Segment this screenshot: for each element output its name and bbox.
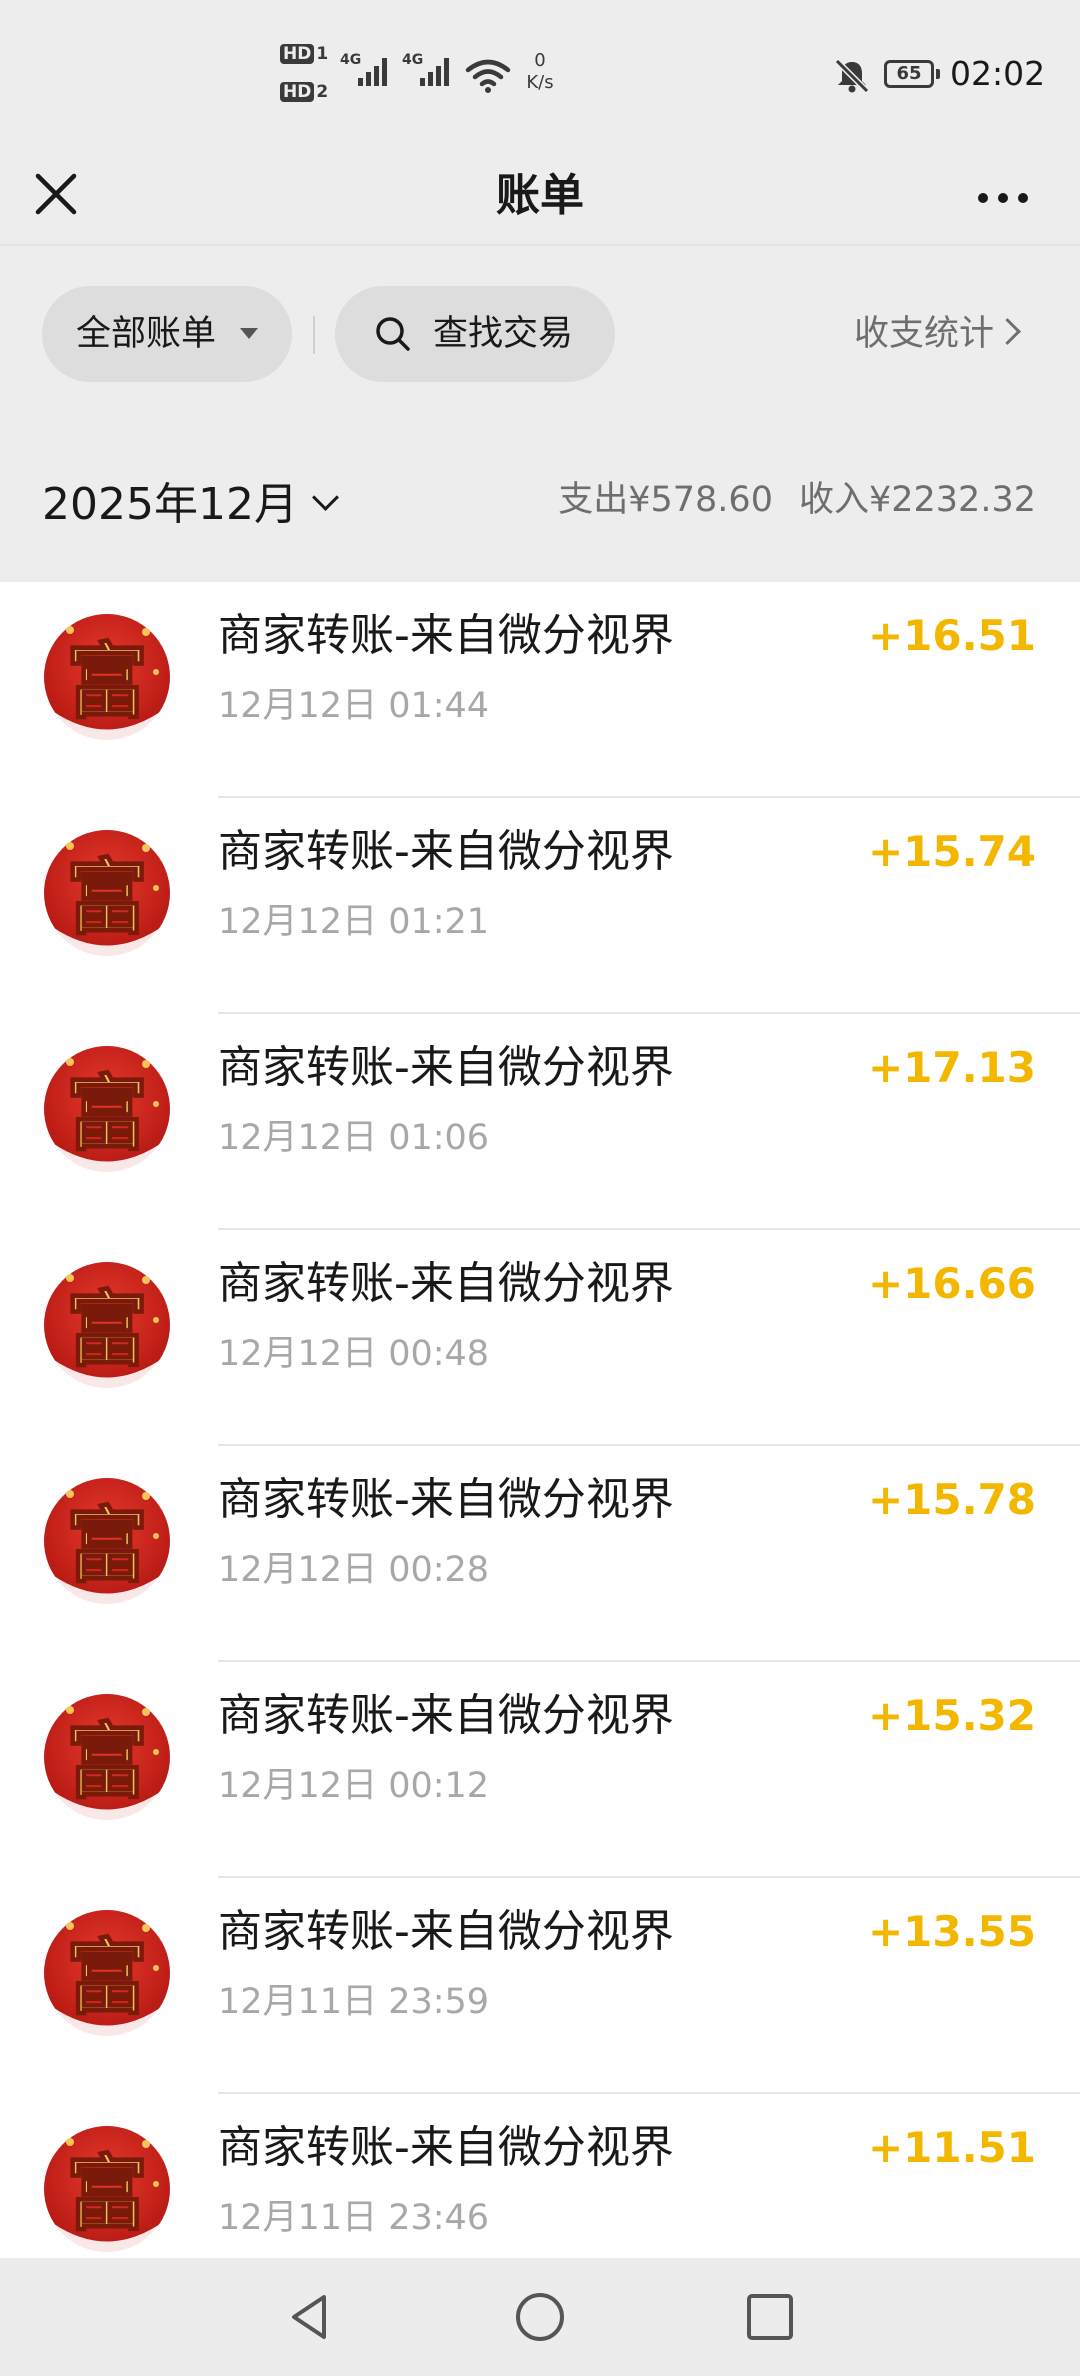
income-label: 收入 xyxy=(798,480,869,520)
merchant-avatar: 富 xyxy=(44,830,170,958)
transaction-time: 12月12日 00:12 xyxy=(218,1766,490,1806)
transaction-row[interactable]: 富 商家转账-来自微分视界 12月12日 00:28 +15.78 xyxy=(0,1446,1080,1662)
caret-down-icon xyxy=(240,328,258,339)
system-nav-bar xyxy=(0,2258,1080,2376)
transaction-time: 12月11日 23:46 xyxy=(218,2198,490,2238)
transaction-amount: +11.51 xyxy=(867,2123,1036,2172)
merchant-avatar: 富 xyxy=(44,614,170,742)
transaction-amount: +17.13 xyxy=(867,1043,1036,1092)
transaction-row[interactable]: 富 商家转账-来自微分视界 12月11日 23:59 +13.55 xyxy=(0,1878,1080,2094)
svg-text:富: 富 xyxy=(66,1930,148,2026)
home-icon[interactable] xyxy=(514,2291,566,2343)
transaction-row[interactable]: 富 商家转账-来自微分视界 12月12日 01:21 +15.74 xyxy=(0,798,1080,1014)
transaction-amount: +15.32 xyxy=(867,1691,1036,1740)
more-icon[interactable] xyxy=(975,166,1035,226)
transaction-time: 12月12日 00:28 xyxy=(218,1550,490,1590)
close-icon[interactable] xyxy=(30,166,90,226)
expense-label: 支出 xyxy=(558,480,629,520)
transaction-title: 商家转账-来自微分视界 xyxy=(218,1906,674,1957)
transaction-title: 商家转账-来自微分视界 xyxy=(218,1042,674,1093)
svg-text:富: 富 xyxy=(66,1282,148,1378)
transaction-time: 12月11日 23:59 xyxy=(218,1982,490,2022)
page-title: 账单 xyxy=(496,170,584,221)
transaction-title: 商家转账-来自微分视界 xyxy=(218,610,674,661)
transaction-row[interactable]: 富 商家转账-来自微分视界 12月12日 00:48 +16.66 xyxy=(0,1230,1080,1446)
transaction-row[interactable]: 富 商家转账-来自微分视界 12月11日 23:46 +11.51 xyxy=(0,2094,1080,2258)
income-expense-stats-link[interactable]: 收支统计 xyxy=(854,286,1021,382)
notifications-muted-icon xyxy=(834,58,870,94)
month-totals: 支出¥578.60 收入¥2232.32 xyxy=(558,428,1036,572)
header-divider xyxy=(0,244,1080,246)
income-value: ¥2232.32 xyxy=(868,480,1036,520)
svg-text:富: 富 xyxy=(66,850,148,946)
hd1-indicator: HD 1 xyxy=(280,44,328,64)
transaction-amount: +16.51 xyxy=(867,611,1036,660)
svg-text:富: 富 xyxy=(66,634,148,730)
battery-icon: 65 xyxy=(884,60,940,88)
month-summary: 2025年12月 支出¥578.60 收入¥2232.32 xyxy=(0,428,1080,582)
transaction-time: 12月12日 01:21 xyxy=(218,902,490,942)
chevron-right-icon xyxy=(994,318,1021,345)
recents-icon[interactable] xyxy=(744,2291,796,2343)
transaction-title: 商家转账-来自微分视界 xyxy=(218,1474,674,1525)
transaction-time: 12月12日 01:06 xyxy=(218,1118,490,1158)
transaction-amount: +15.78 xyxy=(867,1475,1036,1524)
net-speed: 0 K/s xyxy=(526,50,554,93)
merchant-avatar: 富 xyxy=(44,1046,170,1174)
hd2-indicator: HD 2 xyxy=(280,82,328,102)
merchant-avatar: 富 xyxy=(44,1694,170,1822)
transaction-row[interactable]: 富 商家转账-来自微分视界 12月12日 01:44 +16.51 xyxy=(0,582,1080,798)
search-icon xyxy=(376,317,410,351)
expense-value: ¥578.60 xyxy=(628,480,773,520)
transaction-list: 富 商家转账-来自微分视界 12月12日 01:44 +16.51 富 商家转账… xyxy=(0,582,1080,2258)
transaction-title: 商家转账-来自微分视界 xyxy=(218,826,674,877)
transaction-title: 商家转账-来自微分视界 xyxy=(218,2122,674,2173)
transaction-row[interactable]: 富 商家转账-来自微分视界 12月12日 00:12 +15.32 xyxy=(0,1662,1080,1878)
chevron-down-icon xyxy=(312,484,339,511)
transaction-time: 12月12日 00:48 xyxy=(218,1334,490,1374)
clock: 02:02 xyxy=(950,54,1046,93)
all-bills-filter-button[interactable]: 全部账单 xyxy=(42,286,292,382)
transaction-amount: +16.66 xyxy=(867,1259,1036,1308)
filter-separator xyxy=(313,316,315,354)
wifi-icon xyxy=(465,59,511,93)
transaction-amount: +15.74 xyxy=(867,827,1036,876)
merchant-avatar: 富 xyxy=(44,1478,170,1606)
month-selector[interactable]: 2025年12月 xyxy=(42,428,339,582)
merchant-avatar: 富 xyxy=(44,2126,170,2254)
transaction-time: 12月12日 01:44 xyxy=(218,686,490,726)
nav-bar: 账单 xyxy=(0,146,1080,246)
svg-text:富: 富 xyxy=(66,1498,148,1594)
svg-text:富: 富 xyxy=(66,1066,148,1162)
search-transactions-button[interactable]: 查找交易 xyxy=(335,286,615,382)
back-icon[interactable] xyxy=(284,2291,336,2343)
transaction-row[interactable]: 富 商家转账-来自微分视界 12月12日 01:06 +17.13 xyxy=(0,1014,1080,1230)
status-bar: HD 1 HD 2 4G 4G 0 K/s 65 02:02 xyxy=(0,0,1080,146)
merchant-avatar: 富 xyxy=(44,1910,170,2038)
transaction-amount: +13.55 xyxy=(867,1907,1036,1956)
merchant-avatar: 富 xyxy=(44,1262,170,1390)
transaction-title: 商家转账-来自微分视界 xyxy=(218,1258,674,1309)
transaction-title: 商家转账-来自微分视界 xyxy=(218,1690,674,1741)
svg-text:富: 富 xyxy=(66,1714,148,1810)
svg-text:富: 富 xyxy=(66,2146,148,2242)
